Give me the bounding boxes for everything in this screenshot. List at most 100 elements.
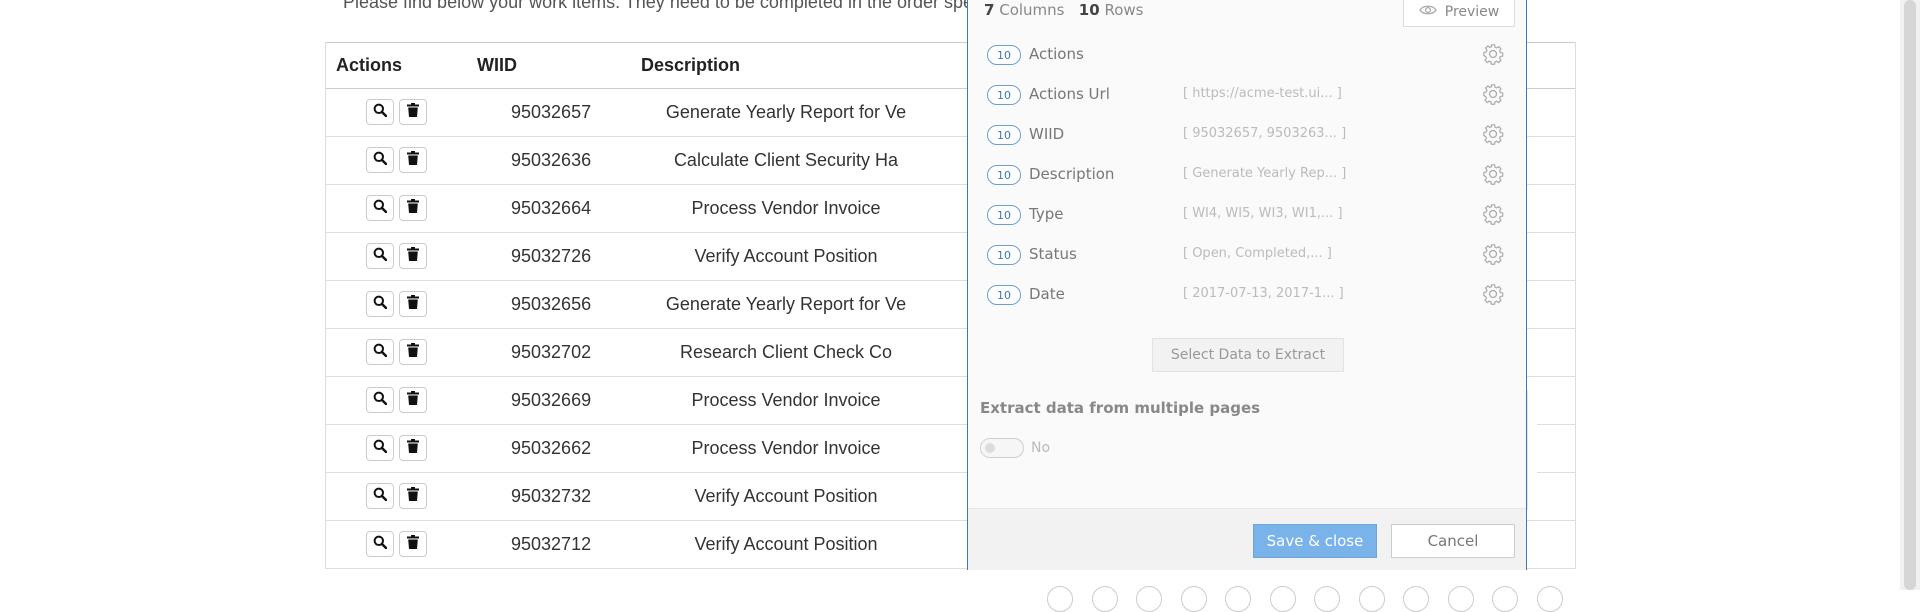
delete-button[interactable] [399, 387, 427, 413]
row-count-badge: 10 [987, 85, 1021, 105]
column-row: 10 Description [ Generate Yearly Rep... ] [987, 157, 1507, 193]
column-name: Date [1029, 285, 1065, 303]
row-count-badge: 10 [987, 205, 1021, 225]
trash-icon [407, 390, 419, 410]
column-name: Actions Url [1029, 85, 1110, 103]
cancel-button[interactable]: Cancel [1391, 524, 1515, 558]
column-sample-values: [ 95032657, 9503263... ] [1183, 126, 1347, 141]
column-name: Status [1029, 245, 1077, 263]
gear-icon[interactable] [1482, 43, 1504, 65]
dialog-edge [1527, 390, 1537, 510]
description-cell: Generate Yearly Report for Ve [665, 102, 907, 122]
search-icon [373, 295, 388, 314]
columns-count: 7 [984, 1, 995, 19]
search-icon [373, 535, 388, 554]
description-cell: Generate Yearly Report for Ve [665, 294, 907, 314]
view-button[interactable] [366, 195, 394, 221]
trash-icon [407, 198, 419, 218]
view-button[interactable] [366, 435, 394, 461]
header-wiid: WIID [477, 55, 517, 75]
intro-text: Please find below your work items. They … [343, 0, 983, 12]
delete-button[interactable] [399, 195, 427, 221]
save-close-button[interactable]: Save & close [1253, 524, 1377, 558]
preview-button[interactable]: Preview [1403, 0, 1515, 27]
delete-button[interactable] [399, 243, 427, 269]
header-description: Description [641, 55, 741, 75]
gear-icon[interactable] [1482, 203, 1504, 225]
row-count-badge: 10 [987, 285, 1021, 305]
wiid-cell: 95032669 [511, 390, 592, 410]
multi-page-toggle[interactable] [980, 438, 1024, 458]
row-count-badge: 10 [987, 165, 1021, 185]
delete-button[interactable] [399, 147, 427, 173]
column-row: 10 Type [ WI4, WI5, WI3, WI1,... ] [987, 197, 1507, 233]
search-icon [373, 103, 388, 122]
preview-label: Preview [1444, 4, 1500, 20]
delete-button[interactable] [399, 435, 427, 461]
gear-icon[interactable] [1482, 243, 1504, 265]
toggle-knob [985, 443, 995, 453]
wiid-cell: 95032726 [511, 246, 592, 266]
multi-page-label: Extract data from multiple pages [980, 399, 1261, 417]
gear-icon[interactable] [1482, 123, 1504, 145]
view-button[interactable] [366, 387, 394, 413]
wiid-cell: 95032636 [511, 150, 592, 170]
view-button[interactable] [366, 243, 394, 269]
description-cell: Calculate Client Security Ha [673, 150, 899, 170]
trash-icon [407, 486, 419, 506]
column-name: Actions [1029, 45, 1084, 63]
column-row: 10 Actions Url [ https://acme-test.ui... ] [987, 77, 1507, 113]
description-cell: Verify Account Position [694, 486, 878, 506]
trash-icon [407, 294, 419, 314]
view-button[interactable] [366, 483, 394, 509]
wiid-cell: 95032656 [511, 294, 592, 314]
column-row: 10 Status [ Open, Completed,... ] [987, 237, 1507, 273]
columns-label: Columns [999, 1, 1065, 19]
rows-label: Rows [1104, 1, 1144, 19]
view-button[interactable] [366, 291, 394, 317]
delete-button[interactable] [399, 339, 427, 365]
view-button[interactable] [366, 339, 394, 365]
search-icon [373, 247, 388, 266]
gear-icon[interactable] [1482, 83, 1504, 105]
description-cell: Verify Account Position [694, 246, 878, 266]
view-button[interactable] [366, 99, 394, 125]
row-count-badge: 10 [987, 245, 1021, 265]
description-cell: Process Vendor Invoice [691, 438, 881, 458]
eye-icon [1418, 4, 1437, 20]
column-sample-values: [ WI4, WI5, WI3, WI1,... ] [1183, 206, 1343, 221]
header-actions: Actions [336, 55, 403, 75]
gear-icon[interactable] [1482, 163, 1504, 185]
trash-icon [407, 534, 419, 554]
column-name: WIID [1029, 125, 1065, 143]
column-name: Type [1029, 205, 1064, 223]
row-count-badge: 10 [987, 125, 1021, 145]
delete-button[interactable] [399, 291, 427, 317]
select-data-button[interactable]: Select Data to Extract [1152, 338, 1344, 372]
description-cell: Process Vendor Invoice [691, 198, 881, 218]
view-button[interactable] [366, 147, 394, 173]
search-icon [373, 439, 388, 458]
scrollbar-thumb[interactable] [1904, 0, 1916, 590]
description-cell: Verify Account Position [694, 534, 878, 554]
trash-icon [407, 102, 419, 122]
gear-icon[interactable] [1482, 283, 1504, 305]
row-count-badge: 10 [987, 45, 1021, 65]
search-icon [373, 343, 388, 362]
trash-icon [407, 342, 419, 362]
extract-data-dialog: 7 Columns 10 Rows Preview 10 Actions 10 Act… [967, 0, 1527, 570]
delete-button[interactable] [399, 99, 427, 125]
wiid-cell: 95032664 [511, 198, 592, 218]
view-button[interactable] [366, 531, 394, 557]
search-icon [373, 151, 388, 170]
column-sample-values: [ 2017-07-13, 2017-1... ] [1183, 286, 1344, 301]
dataset-summary: 7 Columns 10 Rows [984, 1, 1143, 19]
trash-icon [407, 438, 419, 458]
wiid-cell: 95032702 [511, 342, 592, 362]
delete-button[interactable] [399, 531, 427, 557]
delete-button[interactable] [399, 483, 427, 509]
multi-page-toggle-value: No [1031, 440, 1051, 456]
search-icon [373, 199, 388, 218]
rows-count: 10 [1078, 1, 1100, 19]
dialog-footer: Save & close Cancel [968, 508, 1526, 570]
